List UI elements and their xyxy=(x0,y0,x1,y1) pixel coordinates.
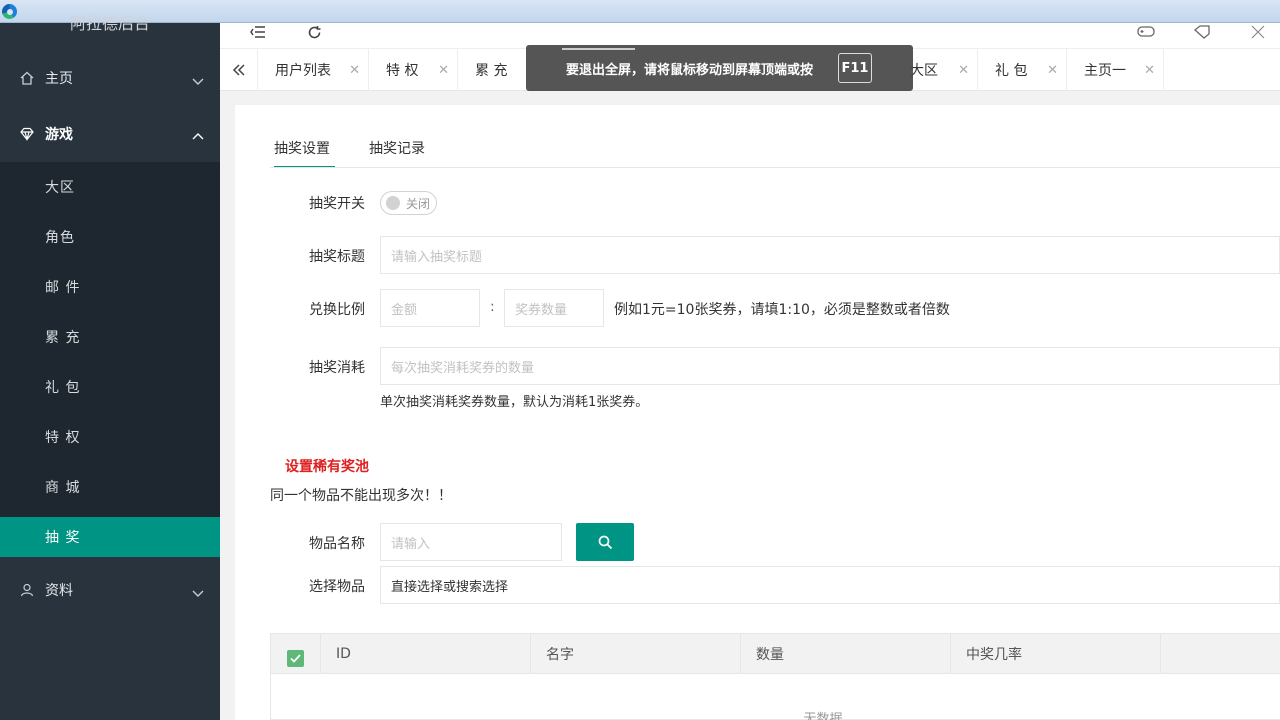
item-name-label: 物品名称 xyxy=(309,536,365,552)
sidebar-item-gift[interactable]: 礼 包 xyxy=(0,367,220,407)
fullscreen-exit-toast: 要退出全屏，请将鼠标移动到屏幕顶端或按 F11 xyxy=(526,45,913,91)
refresh-icon[interactable] xyxy=(304,23,324,41)
tab-lottery-settings[interactable]: 抽奖设置 xyxy=(274,132,335,168)
sidebar-group-label: 资料 xyxy=(45,583,73,599)
switch-label: 抽奖开关 xyxy=(309,196,365,212)
amount-input[interactable]: 金额 xyxy=(380,289,480,327)
sidebar-item-recharge[interactable]: 累 充 xyxy=(0,317,220,357)
tab-label: 主页一 xyxy=(1084,63,1126,79)
close-icon[interactable]: ✕ xyxy=(349,63,360,78)
check-icon xyxy=(290,654,301,663)
ratio-hint: 例如1元=10张奖券，请填1:10，必须是整数或者倍数 xyxy=(614,302,950,318)
item-name-input[interactable]: 请输入 xyxy=(380,523,562,561)
tab-privilege[interactable]: 特 权 ✕ xyxy=(370,49,458,91)
lottery-toggle[interactable]: 关闭 xyxy=(380,191,437,215)
double-chevron-left-icon xyxy=(232,64,245,76)
search-button[interactable] xyxy=(576,523,634,561)
title-label: 抽奖标题 xyxy=(309,249,365,265)
close-icon[interactable]: ✕ xyxy=(1047,63,1058,78)
tab-gift[interactable]: 礼 包 ✕ xyxy=(979,49,1067,91)
table-empty-text: 无数据 xyxy=(803,712,843,720)
toggle-state-text: 关闭 xyxy=(406,197,431,211)
menu-fold-icon[interactable] xyxy=(248,23,268,41)
close-icon[interactable]: ✕ xyxy=(958,63,969,78)
sidebar-submenu: 大区 角色 邮 件 累 充 礼 包 特 权 商 城 抽 奖 xyxy=(0,162,220,557)
sidebar-item-region[interactable]: 大区 xyxy=(0,167,220,207)
sidebar-item-role[interactable]: 角色 xyxy=(0,217,220,257)
tab-home-one[interactable]: 主页一 ✕ xyxy=(1068,49,1164,91)
tabs-scroll-left-button[interactable] xyxy=(220,49,258,91)
gamepad-icon[interactable] xyxy=(1136,23,1156,41)
column-header-probability[interactable]: 中奖几率 xyxy=(951,634,1161,674)
tab-label: 大区 xyxy=(910,63,938,79)
ticket-count-input[interactable]: 奖券数量 xyxy=(504,289,604,327)
search-icon xyxy=(598,535,612,549)
sidebar-group-profile[interactable]: 资料 xyxy=(0,562,220,618)
cost-label: 抽奖消耗 xyxy=(309,360,365,376)
tab-label: 特 权 xyxy=(386,63,419,79)
close-icon[interactable]: ✕ xyxy=(438,63,449,78)
diamond-icon xyxy=(19,126,35,142)
column-header-id[interactable]: ID xyxy=(321,634,531,674)
sidebar-item-shop[interactable]: 商 城 xyxy=(0,467,220,507)
tab-user-list[interactable]: 用户列表 ✕ xyxy=(259,49,369,91)
sidebar-group-label: 游戏 xyxy=(45,127,73,143)
cost-hint: 单次抽奖消耗奖券数量，默认为消耗1张奖券。 xyxy=(380,395,649,410)
close-icon[interactable]: ✕ xyxy=(1144,63,1155,78)
fullscreen-icon[interactable] xyxy=(1248,23,1268,41)
ratio-label: 兑换比例 xyxy=(309,302,365,318)
select-all-cell xyxy=(271,634,321,674)
pool-warning: 同一个物品不能出现多次！！ xyxy=(270,488,452,504)
sidebar-item-mail[interactable]: 邮 件 xyxy=(0,267,220,307)
brand-title: 阿拉德后台 xyxy=(69,14,150,33)
column-header-quantity[interactable]: 数量 xyxy=(741,634,951,674)
tab-label: 累 充 xyxy=(475,63,508,79)
chevron-down-icon xyxy=(192,584,204,597)
toast-message: 要退出全屏，请将鼠标移动到屏幕顶端或按 xyxy=(566,63,814,78)
lottery-title-input[interactable]: 请输入抽奖标题 xyxy=(380,236,1280,274)
tab-divider xyxy=(270,167,1280,168)
select-all-checkbox[interactable] xyxy=(287,650,304,667)
tag-icon[interactable] xyxy=(1192,23,1212,41)
chevron-up-icon xyxy=(192,128,204,140)
cost-input[interactable]: 每次抽奖消耗奖券的数量 xyxy=(380,347,1280,385)
ratio-separator: : xyxy=(490,299,495,315)
sidebar-group-home[interactable]: 主页 xyxy=(0,50,220,106)
lottery-settings-card: 抽奖设置 抽奖记录 抽奖开关 关闭 抽奖标题 请输入抽奖标题 兑换比例 金额 :… xyxy=(235,105,1280,720)
tab-label: 用户列表 xyxy=(275,63,331,79)
toast-key-badge: F11 xyxy=(838,53,872,83)
rare-pool-title: 设置稀有奖池 xyxy=(285,459,369,475)
sidebar-item-privilege[interactable]: 特 权 xyxy=(0,417,220,457)
toast-accent-line xyxy=(562,48,635,50)
tab-label: 礼 包 xyxy=(995,63,1028,79)
table-header: ID 名字 数量 中奖几率 xyxy=(271,634,1280,674)
toggle-knob xyxy=(386,196,400,210)
sidebar-group-label: 主页 xyxy=(45,71,73,87)
user-icon xyxy=(19,582,35,598)
home-icon xyxy=(19,70,35,86)
chevron-down-icon xyxy=(192,72,204,85)
select-item-label: 选择物品 xyxy=(309,579,365,595)
sidebar-item-lottery[interactable]: 抽 奖 xyxy=(0,517,220,557)
tab-lottery-records[interactable]: 抽奖记录 xyxy=(369,132,439,168)
rare-pool-table: ID 名字 数量 中奖几率 无数据 xyxy=(270,633,1280,720)
sidebar: 阿拉德后台 主页 游戏 大区 角色 邮 件 累 充 礼 包 特 权 商 城 抽 … xyxy=(0,14,220,720)
sidebar-group-game[interactable]: 游戏 xyxy=(0,106,220,162)
item-select[interactable]: 直接选择或搜索选择 xyxy=(380,566,1280,604)
column-header-name[interactable]: 名字 xyxy=(531,634,741,674)
